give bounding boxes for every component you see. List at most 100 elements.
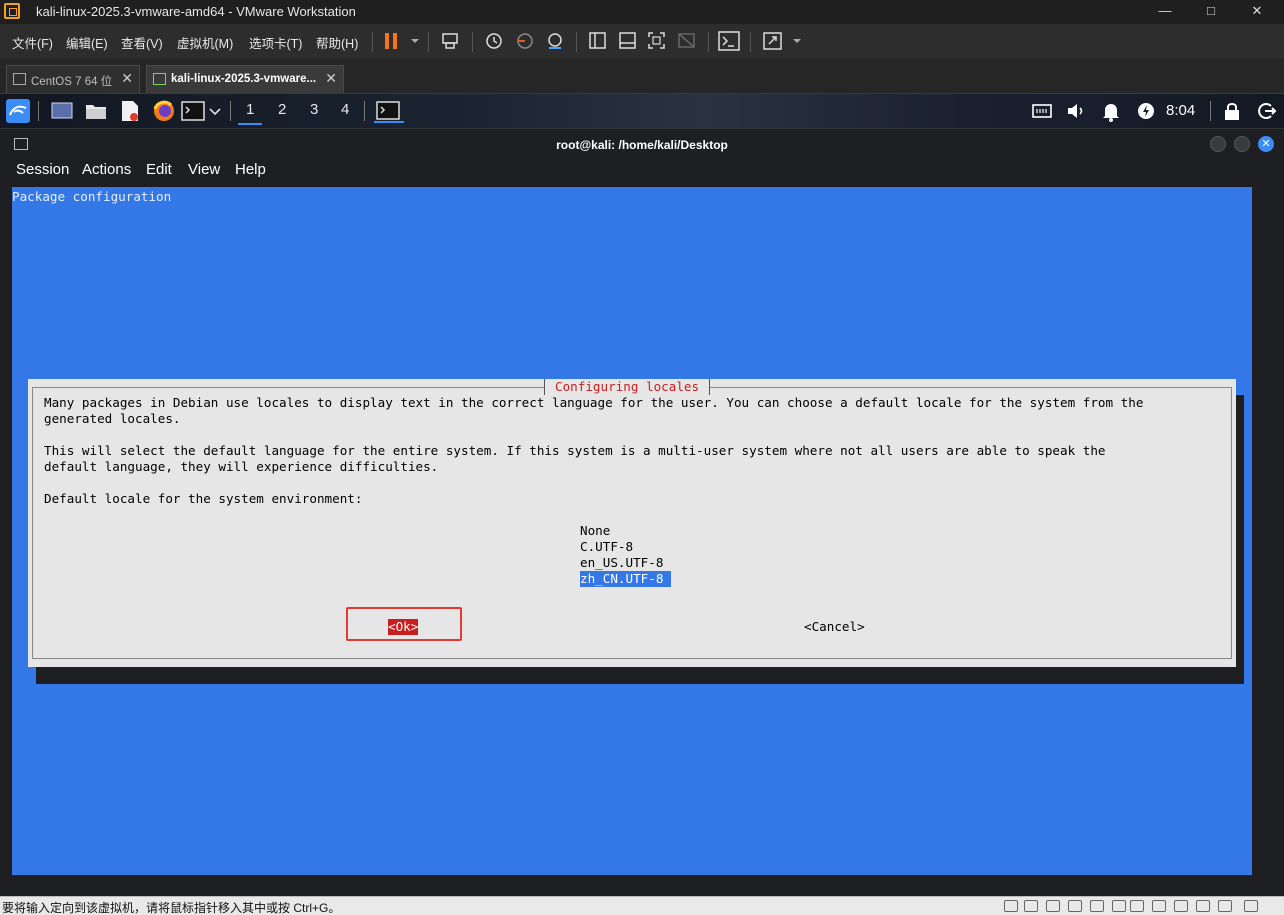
minimize-button[interactable]: — (1142, 0, 1188, 24)
display-icon[interactable] (1152, 900, 1166, 912)
terminal-menubar: Session Actions Edit View Help (0, 158, 1284, 186)
toolbar-separator (372, 32, 373, 52)
terminal-menu-help[interactable]: Help (235, 161, 266, 178)
terminal-menu-edit[interactable]: Edit (146, 161, 172, 178)
power-manager-icon[interactable] (1134, 99, 1158, 123)
volume-icon[interactable] (1064, 99, 1088, 123)
revert-snapshot-icon[interactable] (514, 31, 536, 51)
toolbar-separator (472, 32, 473, 52)
send-ctrl-alt-del-icon[interactable] (440, 31, 462, 51)
locale-option-none[interactable]: None (580, 523, 610, 539)
snapshot-icon[interactable] (483, 31, 505, 51)
usb-port-icon[interactable] (1196, 900, 1210, 912)
terminal-menu-view[interactable]: View (188, 161, 220, 178)
workspace-3[interactable]: 3 (310, 101, 318, 118)
workspace-1[interactable]: 1 (237, 101, 264, 125)
taskbar-terminal-window[interactable] (374, 99, 404, 123)
chevron-down-icon[interactable] (207, 99, 223, 123)
sound-card-icon[interactable] (1090, 900, 1104, 912)
kali-menu-icon[interactable] (6, 99, 30, 123)
terminal-menu-actions[interactable]: Actions (82, 161, 131, 178)
vm-tab-icon (13, 73, 26, 85)
cd-dvd-icon[interactable] (1024, 900, 1038, 912)
panel-separator (364, 101, 365, 121)
dialog-title: Configuring locales (544, 379, 711, 395)
tab-centos[interactable]: CentOS 7 64 位 ✕ (6, 65, 140, 93)
tab-label: CentOS 7 64 位 (31, 76, 113, 88)
terminal-titlebar: root@kali: /home/kali/Desktop ✕ (0, 128, 1284, 158)
dialog-frame (32, 387, 1232, 659)
kali-top-panel: 1 2 3 4 8:04 (0, 94, 1284, 128)
chevron-down-icon[interactable] (404, 31, 419, 51)
fullscreen-icon[interactable] (646, 31, 668, 51)
network-adapter-icon[interactable] (1046, 900, 1060, 912)
tab-kali[interactable]: kali-linux-2025.3-vmware... ✕ (146, 65, 344, 93)
locale-option-en-us-utf8[interactable]: en_US.UTF-8 (580, 555, 663, 571)
toolbar-separator (428, 32, 429, 52)
snapshot-manager-icon[interactable] (544, 31, 566, 51)
text-editor-icon[interactable] (118, 99, 142, 123)
terminal-menu-session[interactable]: Session (16, 161, 69, 178)
menu-view[interactable]: 查看(V) (121, 33, 163, 52)
stretch-guest-icon[interactable] (762, 31, 784, 51)
dialog-text-line: generated locales. (44, 411, 181, 426)
message-log-icon[interactable] (1218, 900, 1232, 912)
configuring-locales-dialog: Configuring locales Many packages in Deb… (28, 379, 1236, 667)
close-window-button[interactable]: ✕ (1234, 0, 1280, 24)
vmware-titlebar: kali-linux-2025.3-vmware-amd64 - VMware … (0, 0, 1284, 24)
logout-icon[interactable] (1254, 99, 1278, 123)
console-view-icon[interactable] (718, 31, 740, 51)
full-screen-status-icon[interactable] (1244, 900, 1258, 912)
vm-tabbar: CentOS 7 64 位 ✕ kali-linux-2025.3-vmware… (0, 58, 1284, 94)
menu-edit[interactable]: 编辑(E) (66, 33, 108, 52)
terminal-scrollbar[interactable] (1256, 187, 1268, 875)
vm-running-icon (153, 73, 166, 85)
lock-screen-icon[interactable] (1220, 99, 1244, 123)
usb-controller-icon[interactable] (1112, 900, 1126, 912)
workspace-4[interactable]: 4 (341, 101, 349, 118)
toolbar-separator (576, 32, 577, 52)
panel-separator (1210, 101, 1211, 121)
menu-help[interactable]: 帮助(H) (316, 33, 358, 52)
pause-icon[interactable] (382, 31, 404, 51)
terminal-screen[interactable]: Package configuration Configuring locale… (12, 187, 1252, 875)
terminal-minimize-button[interactable] (1210, 136, 1226, 152)
vmware-statusbar: 要将输入定向到该虚拟机，请将鼠标指针移入其中或按 Ctrl+G。 (0, 896, 1284, 915)
maximize-button[interactable]: □ (1188, 0, 1234, 24)
vmware-menubar: 文件(F) 编辑(E) 查看(V) 虚拟机(M) 选项卡(T) 帮助(H) (0, 24, 1284, 58)
close-icon[interactable]: ✕ (325, 70, 337, 87)
cancel-button[interactable]: <Cancel> (804, 619, 865, 635)
panel-separator (230, 101, 231, 121)
toolbar-separator (750, 32, 751, 52)
terminal-close-button[interactable]: ✕ (1258, 136, 1274, 152)
terminal-maximize-button[interactable] (1234, 136, 1250, 152)
menu-tabs[interactable]: 选项卡(T) (249, 33, 302, 52)
notification-bell-icon[interactable] (1099, 99, 1123, 123)
unity-icon[interactable] (676, 31, 698, 51)
show-desktop-icon[interactable] (50, 99, 74, 123)
locale-option-zh-cn-utf8[interactable]: zh_CN.UTF-8 (580, 571, 672, 587)
file-manager-icon[interactable] (84, 99, 108, 123)
usb-device-icon[interactable] (1068, 900, 1082, 912)
chevron-down-icon[interactable] (786, 31, 801, 51)
dialog-text-line: default language, they will experience d… (44, 459, 439, 474)
debconf-backtitle: Package configuration (12, 189, 172, 204)
vmware-logo-icon (4, 3, 20, 19)
toolbar-separator (708, 32, 709, 52)
panel-clock[interactable]: 8:04 (1166, 102, 1195, 119)
printer-icon[interactable] (1130, 900, 1144, 912)
ok-button[interactable]: <Ok> (388, 619, 419, 635)
bluetooth-icon[interactable] (1174, 900, 1188, 912)
status-hint: 要将输入定向到该虚拟机，请将鼠标指针移入其中或按 Ctrl+G。 (2, 901, 341, 915)
firefox-icon[interactable] (152, 99, 176, 123)
menu-file[interactable]: 文件(F) (12, 33, 53, 52)
network-icon[interactable] (1030, 99, 1054, 123)
thumbnail-view-icon[interactable] (617, 31, 639, 51)
library-view-icon[interactable] (587, 31, 609, 51)
workspace-2[interactable]: 2 (278, 101, 286, 118)
hard-disk-icon[interactable] (1004, 900, 1018, 912)
close-icon[interactable]: ✕ (121, 70, 133, 87)
terminal-launcher-icon[interactable] (181, 99, 205, 123)
menu-vm[interactable]: 虚拟机(M) (177, 33, 233, 52)
locale-option-c-utf8[interactable]: C.UTF-8 (580, 539, 633, 555)
